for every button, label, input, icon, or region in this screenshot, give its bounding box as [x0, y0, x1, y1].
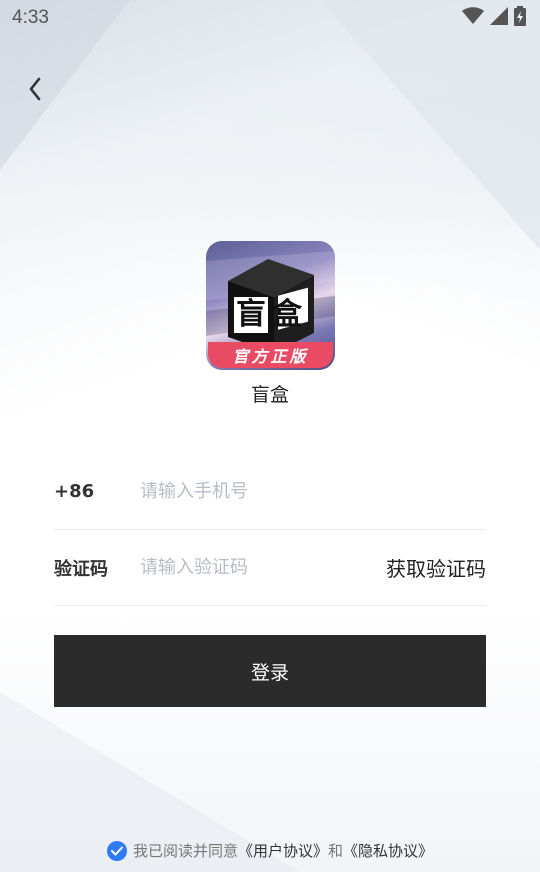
code-label: 验证码 [54, 558, 108, 580]
app-name: 盲盒 [250, 384, 289, 406]
login-button[interactable]: 登录 [54, 635, 486, 707]
agreement-prefix: 我已阅读并同意 [132, 842, 238, 860]
chevron-left-icon [27, 76, 43, 106]
status-bar: 4:33 [0, 0, 540, 36]
agreement: 我已阅读并同意 《用户协议》 和 《隐私协议》 [0, 840, 540, 861]
get-code-button[interactable]: 获取验证码 [386, 553, 486, 582]
logo-ribbon: 官方正版 [208, 342, 333, 368]
app-logo: 盲盒 官方正版 [206, 241, 335, 370]
wifi-icon [462, 7, 484, 29]
back-button[interactable] [18, 74, 52, 108]
phone-row: +86 [54, 454, 486, 530]
logo-glyphs: 盲盒 [236, 297, 308, 332]
country-code[interactable]: +86 [54, 481, 140, 502]
code-input[interactable] [140, 557, 386, 578]
privacy-agreement-link[interactable]: 《隐私协议》 [343, 840, 433, 861]
cellular-signal-icon [490, 7, 508, 29]
background-shard [320, 0, 540, 250]
agreement-conjunction: 和 [328, 842, 344, 860]
status-icons [462, 6, 526, 30]
agreement-checkbox[interactable] [106, 840, 127, 861]
battery-charging-icon [514, 6, 526, 30]
status-time: 4:33 [12, 7, 49, 28]
checkmark-icon [110, 846, 123, 855]
phone-input[interactable] [140, 481, 486, 502]
code-row: 验证码 获取验证码 [54, 530, 486, 606]
user-agreement-link[interactable]: 《用户协议》 [238, 840, 328, 861]
